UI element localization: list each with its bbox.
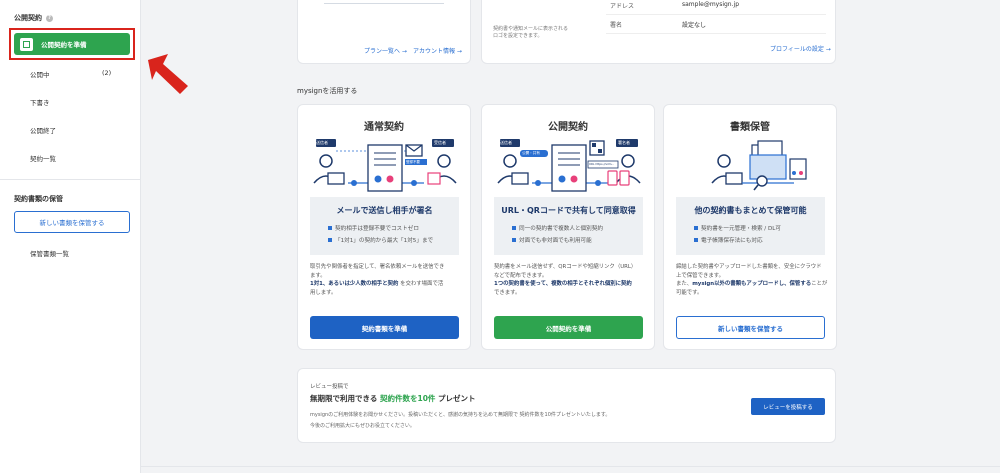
section-title: mysignを活用する bbox=[297, 87, 358, 95]
desc-line: 契約書をメール送信せず、QRコードや短縮リンク（URL） bbox=[494, 264, 637, 270]
prepare-public-contract-button-main[interactable]: 公開契約を準備 bbox=[494, 316, 643, 339]
review-headline: 無期限で利用できる 契約件数を10件 プレゼント bbox=[310, 393, 476, 404]
review-headline-prefix: 無期限で利用できる bbox=[310, 394, 378, 403]
url-tag: URL https://sdm... bbox=[589, 162, 615, 166]
logo-note-line2: ロゴを設定できます。 bbox=[493, 33, 543, 39]
review-small-text: レビュー投稿で bbox=[310, 384, 349, 390]
desc-line: 可能です。 bbox=[676, 289, 703, 296]
sidebar-item-contract-list[interactable]: 契約一覧 bbox=[30, 153, 56, 163]
feature-bullet: 「1対1」の契約から最大「1対5」まで bbox=[328, 236, 433, 244]
published-count: (2) bbox=[102, 69, 112, 77]
share-tag: 公開・共有 bbox=[522, 151, 540, 155]
highlight-frame bbox=[9, 28, 135, 60]
logo-note-line1: 契約書や通知メールに表示される bbox=[493, 26, 569, 32]
save-new-document-button-main[interactable]: 新しい書類を保管する bbox=[676, 316, 825, 339]
feature-card-storage: 書類保管 他の契約書もまとめて保管可能 契約書を一元管理・検索 / DL可 電子… bbox=[663, 104, 837, 350]
row-divider bbox=[606, 14, 826, 15]
red-arrow-pointer bbox=[148, 54, 188, 94]
public-contract-heading-label: 公開契約 bbox=[14, 14, 42, 22]
feature-info-box: メールで送信し相手が署名 契約相手は登録不要でコストゼロ 「1対1」の契約から最… bbox=[310, 197, 459, 255]
sidebar-item-ended[interactable]: 公開終了 bbox=[30, 125, 56, 135]
feature-info-box: 他の契約書もまとめて保管可能 契約書を一元管理・検索 / DL可 電子帳簿保存法… bbox=[676, 197, 825, 255]
address-label: アドレス bbox=[610, 3, 635, 10]
feature-bullet: 契約相手は登録不要でコストゼロ bbox=[328, 224, 419, 232]
desc-text: を交わす場面で活 bbox=[400, 281, 444, 288]
storage-heading: 契約書類の保管 bbox=[14, 195, 63, 203]
desc-emphasis: mysign以外の書類もアップロードし、保管する bbox=[692, 281, 812, 288]
desc-line: などで配布できます。 bbox=[494, 272, 548, 279]
desc-text: ことが bbox=[811, 281, 828, 288]
review-note-1: mysignのご利用体験をお聞かせください。投稿いただくと、感謝の気持ちを込めて… bbox=[310, 412, 611, 418]
feature-description: 取引先や関係者を指定して、署名依頼メールを送信でき ます。 1対1、あるいは少人… bbox=[310, 263, 462, 298]
profile-settings-link[interactable]: プロフィールの設定 → bbox=[770, 44, 831, 53]
signature-label: 署名 bbox=[610, 22, 623, 29]
plan-list-link[interactable]: プラン一覧へ → bbox=[364, 46, 407, 55]
sidebar-item-stored-docs[interactable]: 保管書類一覧 bbox=[30, 248, 69, 258]
feature-title: 通常契約 bbox=[364, 122, 404, 133]
feature-bullet: 契約書を一元管理・検索 / DL可 bbox=[694, 224, 781, 232]
desc-emphasis: 1つの契約書を使って、複数の相手とそれぞれ個別に契約 bbox=[494, 281, 632, 288]
signature-value: 設定なし bbox=[682, 22, 707, 29]
review-highlight: 契約件数を10件 bbox=[379, 394, 436, 403]
desc-line: 1対1、あるいは少人数の相手と契約 を交わす場面で活 bbox=[310, 280, 462, 289]
desc-line: 上で保管できます。 bbox=[676, 272, 724, 279]
prepare-contract-button[interactable]: 契約書類を準備 bbox=[310, 316, 459, 339]
desc-line: 取引先や関係者を指定して、署名依頼メールを送信でき bbox=[310, 264, 445, 270]
feature-bullet: 電子帳簿保存法にも対応 bbox=[694, 236, 763, 244]
desc-line: ます。 bbox=[310, 272, 326, 279]
review-note-2: 今後のご利用拡大にもぜひお役立てください。 bbox=[310, 423, 415, 429]
desc-line: 用します。 bbox=[310, 289, 337, 296]
feature-description: 契約書をメール送信せず、QRコードや短縮リンク（URL） などで配布できます。 … bbox=[494, 263, 646, 298]
desc-line: 1つの契約書を使って、複数の相手とそれぞれ個別に契約 bbox=[494, 280, 646, 289]
desc-emphasis: 1対1、あるいは少人数の相手と契約 bbox=[310, 281, 399, 288]
sidebar: 公開契約 ? 公開契約を準備 公開中 (2) 下書き 公開終了 契約一覧 契約書… bbox=[0, 0, 141, 473]
row-divider bbox=[606, 33, 826, 34]
sidebar-item-drafts[interactable]: 下書き bbox=[30, 97, 50, 107]
address-value: sample@mysign.jp bbox=[682, 1, 739, 8]
plan-progress-track bbox=[324, 3, 444, 4]
save-new-document-button[interactable]: 新しい書類を保管する bbox=[14, 211, 130, 233]
feature-title: 公開契約 bbox=[548, 122, 588, 133]
account-info-link[interactable]: アカウント情報 → bbox=[413, 46, 462, 55]
receiver-tag: 受信者 bbox=[434, 140, 446, 145]
desc-line: できます。 bbox=[494, 289, 521, 296]
sidebar-divider bbox=[0, 179, 141, 180]
profile-card: 契約書や通知メールに表示される ロゴを設定できます。 アドレス sample@m… bbox=[481, 0, 836, 64]
feature-card-regular: 通常契約 送信者 受信者 登録不要 メールで送信し相手が署名 契約相手は登録不要… bbox=[297, 104, 471, 350]
review-banner: レビュー投稿で 無期限で利用できる 契約件数を10件 プレゼント mysignの… bbox=[297, 368, 836, 443]
plan-card: プラン一覧へ → アカウント情報 → bbox=[297, 0, 471, 64]
bottom-divider bbox=[141, 466, 1000, 467]
desc-line: また、mysign以外の書類もアップロードし、保管することが bbox=[676, 280, 828, 289]
desc-text: また、 bbox=[676, 281, 693, 288]
help-icon[interactable]: ? bbox=[46, 14, 53, 22]
feature-headline: 他の契約書もまとめて保管可能 bbox=[694, 206, 807, 215]
sidebar-item-published[interactable]: 公開中 bbox=[30, 69, 50, 79]
feature-title: 書類保管 bbox=[730, 122, 770, 133]
feature-headline: メールで送信し相手が署名 bbox=[336, 206, 433, 215]
feature-headline: URL・QRコードで共有して同意取得 bbox=[501, 206, 636, 215]
feature-description: 締結した契約書やアップロードした書類を、安全にクラウド 上で保管できます。 また… bbox=[676, 263, 828, 298]
post-review-button[interactable]: レビューを投稿する bbox=[751, 398, 825, 415]
document-storage-illustration bbox=[711, 140, 807, 191]
public-contract-heading: 公開契約 ? bbox=[14, 13, 53, 23]
no-registration-tag: 登録不要 bbox=[406, 160, 420, 164]
desc-line: 締結した契約書やアップロードした書類を、安全にクラウド bbox=[676, 264, 822, 270]
feature-bullet: 対面でも非対面でも利用可能 bbox=[512, 236, 592, 244]
sender-tag: 送信者 bbox=[500, 140, 512, 145]
sender-tag: 送信者 bbox=[316, 140, 328, 145]
signer-tag: 署名者 bbox=[618, 140, 630, 145]
feature-bullet: 同一の契約書で複数人と個別契約 bbox=[512, 224, 603, 232]
feature-card-public: 公開契約 送信者 署名者 公開・共有 URL https://sdm... UR… bbox=[481, 104, 655, 350]
feature-info-box: URL・QRコードで共有して同意取得 同一の契約書で複数人と個別契約 対面でも非… bbox=[494, 197, 643, 255]
review-headline-suffix: プレゼント bbox=[438, 394, 476, 403]
